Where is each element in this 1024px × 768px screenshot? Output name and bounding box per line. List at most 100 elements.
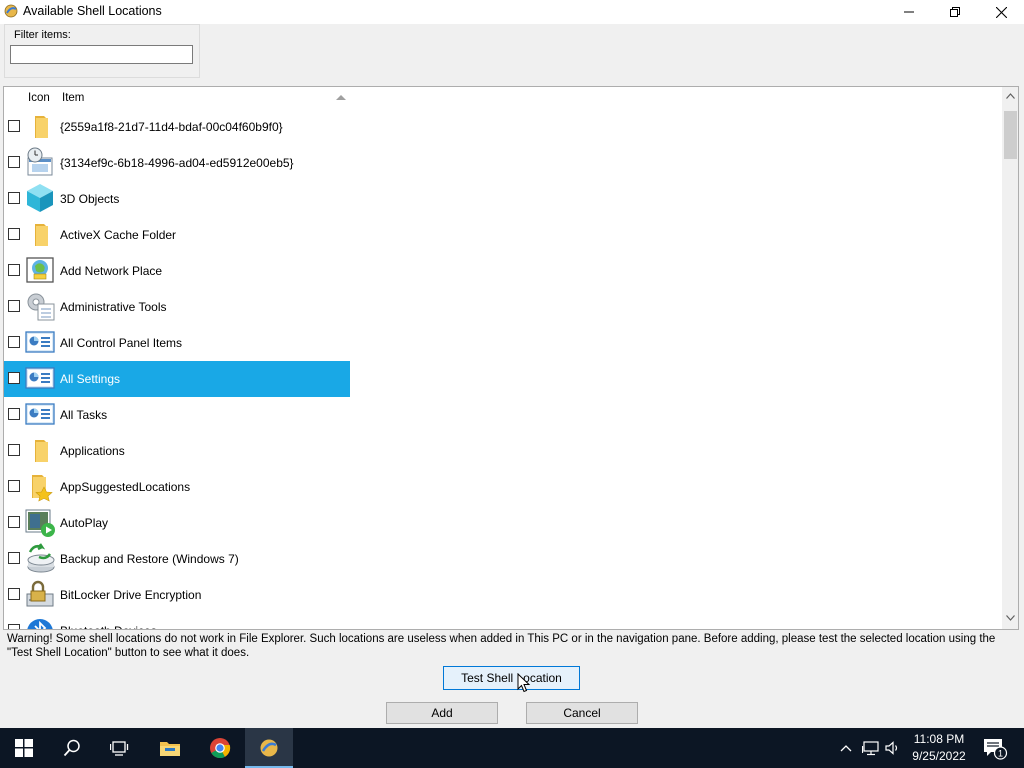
test-shell-location-button[interactable]: Test Shell Location [443, 666, 580, 690]
start-icon [15, 739, 33, 757]
window-title: Available Shell Locations [23, 4, 162, 18]
item-label: {2559a1f8-21d7-11d4-bdaf-00c04f60b9f0} [60, 120, 283, 134]
list-item[interactable]: Add Network Place [4, 253, 350, 289]
item-checkbox[interactable] [8, 372, 20, 384]
warning-text: Warning! Some shell locations do not wor… [7, 633, 996, 659]
item-checkbox[interactable] [8, 444, 20, 456]
item-label: All Control Panel Items [60, 336, 183, 350]
minimize-button[interactable] [886, 0, 932, 24]
item-label: Applications [60, 444, 125, 458]
item-checkbox[interactable] [8, 552, 20, 564]
item-label: BitLocker Drive Encryption [60, 588, 202, 602]
close-icon [995, 6, 1007, 18]
item-checkbox[interactable] [8, 588, 20, 600]
list-item[interactable]: Backup and Restore (Windows 7) [4, 541, 350, 577]
chrome-button[interactable] [196, 728, 244, 768]
winaero-tweaker-button[interactable] [245, 728, 293, 768]
item-label: ActiveX Cache Folder [60, 228, 177, 242]
list-item[interactable]: Administrative Tools [4, 289, 350, 325]
list-item[interactable]: AppSuggestedLocations [4, 469, 350, 505]
filter-label: Filter items: [13, 29, 72, 41]
bitlocker-icon [26, 580, 54, 607]
close-button[interactable] [978, 0, 1024, 24]
restore-button[interactable] [932, 0, 978, 24]
search-icon [63, 739, 80, 757]
item-checkbox[interactable] [8, 228, 20, 240]
list-item[interactable]: ActiveX Cache Folder [4, 217, 350, 253]
task-view-icon [110, 741, 129, 756]
file-explorer-icon [160, 742, 180, 756]
item-checkbox[interactable] [8, 264, 20, 276]
list-item[interactable]: 3D Objects [4, 181, 350, 217]
minimize-icon [904, 11, 914, 13]
item-label: Administrative Tools [60, 300, 167, 314]
file-explorer-button[interactable] [146, 728, 194, 768]
list-item[interactable]: BitLocker Drive Encryption [4, 577, 350, 613]
taskbar: 11:08 PM 9/25/2022 1 [0, 728, 1024, 768]
column-header-icon[interactable]: Icon [28, 92, 50, 104]
action-center-button[interactable]: 1 [980, 728, 1010, 768]
start-button[interactable] [0, 728, 48, 768]
clock-time: 11:08 PM [913, 732, 965, 746]
filter-group: Filter items: [4, 24, 200, 78]
star-folder-icon [32, 475, 53, 502]
scrollbar-thumb[interactable] [1004, 111, 1017, 159]
list-item[interactable]: {3134ef9c-6b18-4996-ad04-ed5912e00eb5} [4, 145, 350, 181]
list-item[interactable]: All Tasks [4, 397, 350, 433]
item-label: Backup and Restore (Windows 7) [60, 552, 239, 566]
chevron-up-icon [840, 745, 852, 752]
list-item[interactable]: {2559a1f8-21d7-11d4-bdaf-00c04f60b9f0} [4, 109, 350, 145]
search-button[interactable] [48, 728, 96, 768]
list-item[interactable]: Applications [4, 433, 350, 469]
item-checkbox[interactable] [8, 156, 20, 168]
item-label: All Settings [60, 372, 121, 386]
winaero-tweaker-icon [260, 739, 278, 757]
folder-icon [35, 116, 48, 138]
taskbar-clock[interactable]: 11:08 PM 9/25/2022 [900, 731, 978, 765]
item-label: AutoPlay [60, 516, 109, 530]
title-bar: Available Shell Locations [0, 0, 1024, 24]
filter-input[interactable] [10, 45, 193, 64]
item-label: Add Network Place [60, 264, 163, 278]
item-checkbox[interactable] [8, 516, 20, 528]
clock-window-icon [27, 147, 53, 176]
list-item[interactable]: Bluetooth Devices [4, 613, 350, 629]
control-panel-icon [25, 403, 55, 425]
item-checkbox[interactable] [8, 336, 20, 348]
network-icon [862, 741, 879, 756]
list-header: Icon Item [4, 87, 1002, 109]
item-label: Bluetooth Devices [60, 624, 157, 629]
shell-locations-list[interactable]: Icon Item {2559a1f8-21d7-11d4-bdaf-00c04… [3, 86, 1019, 630]
column-header-item[interactable]: Item [62, 92, 84, 104]
item-label: All Tasks [60, 408, 108, 422]
item-checkbox[interactable] [8, 300, 20, 312]
item-checkbox[interactable] [8, 120, 20, 132]
sort-ascending-icon [336, 95, 346, 100]
control-panel-icon [25, 367, 55, 389]
item-label: AppSuggestedLocations [60, 480, 191, 494]
list-item[interactable]: AutoPlay [4, 505, 350, 541]
folder-icon [35, 224, 48, 246]
add-button[interactable]: Add [386, 702, 498, 724]
item-checkbox[interactable] [8, 192, 20, 204]
task-view-button[interactable] [96, 728, 144, 768]
cancel-button[interactable]: Cancel [526, 702, 638, 724]
list-item[interactable]: All Control Panel Items [4, 325, 350, 361]
chrome-icon [210, 738, 231, 759]
network-place-icon [26, 257, 54, 283]
item-checkbox[interactable] [8, 408, 20, 420]
shell-app-icon [4, 4, 18, 18]
notification-count: 1 [998, 749, 1003, 759]
item-label: {3134ef9c-6b18-4996-ad04-ed5912e00eb5} [60, 156, 294, 170]
item-checkbox[interactable] [8, 480, 20, 492]
clock-date: 9/25/2022 [912, 749, 966, 763]
control-panel-icon [25, 331, 55, 353]
volume-icon [885, 741, 898, 755]
network-tray-button[interactable] [860, 728, 882, 768]
list-item[interactable]: All Settings [4, 361, 350, 397]
scroll-down-arrow-icon[interactable] [1006, 615, 1015, 621]
show-hidden-icons-button[interactable] [836, 728, 856, 768]
vertical-scrollbar[interactable] [1002, 87, 1018, 629]
scroll-up-arrow-icon[interactable] [1006, 93, 1015, 99]
item-checkbox[interactable] [8, 624, 20, 629]
